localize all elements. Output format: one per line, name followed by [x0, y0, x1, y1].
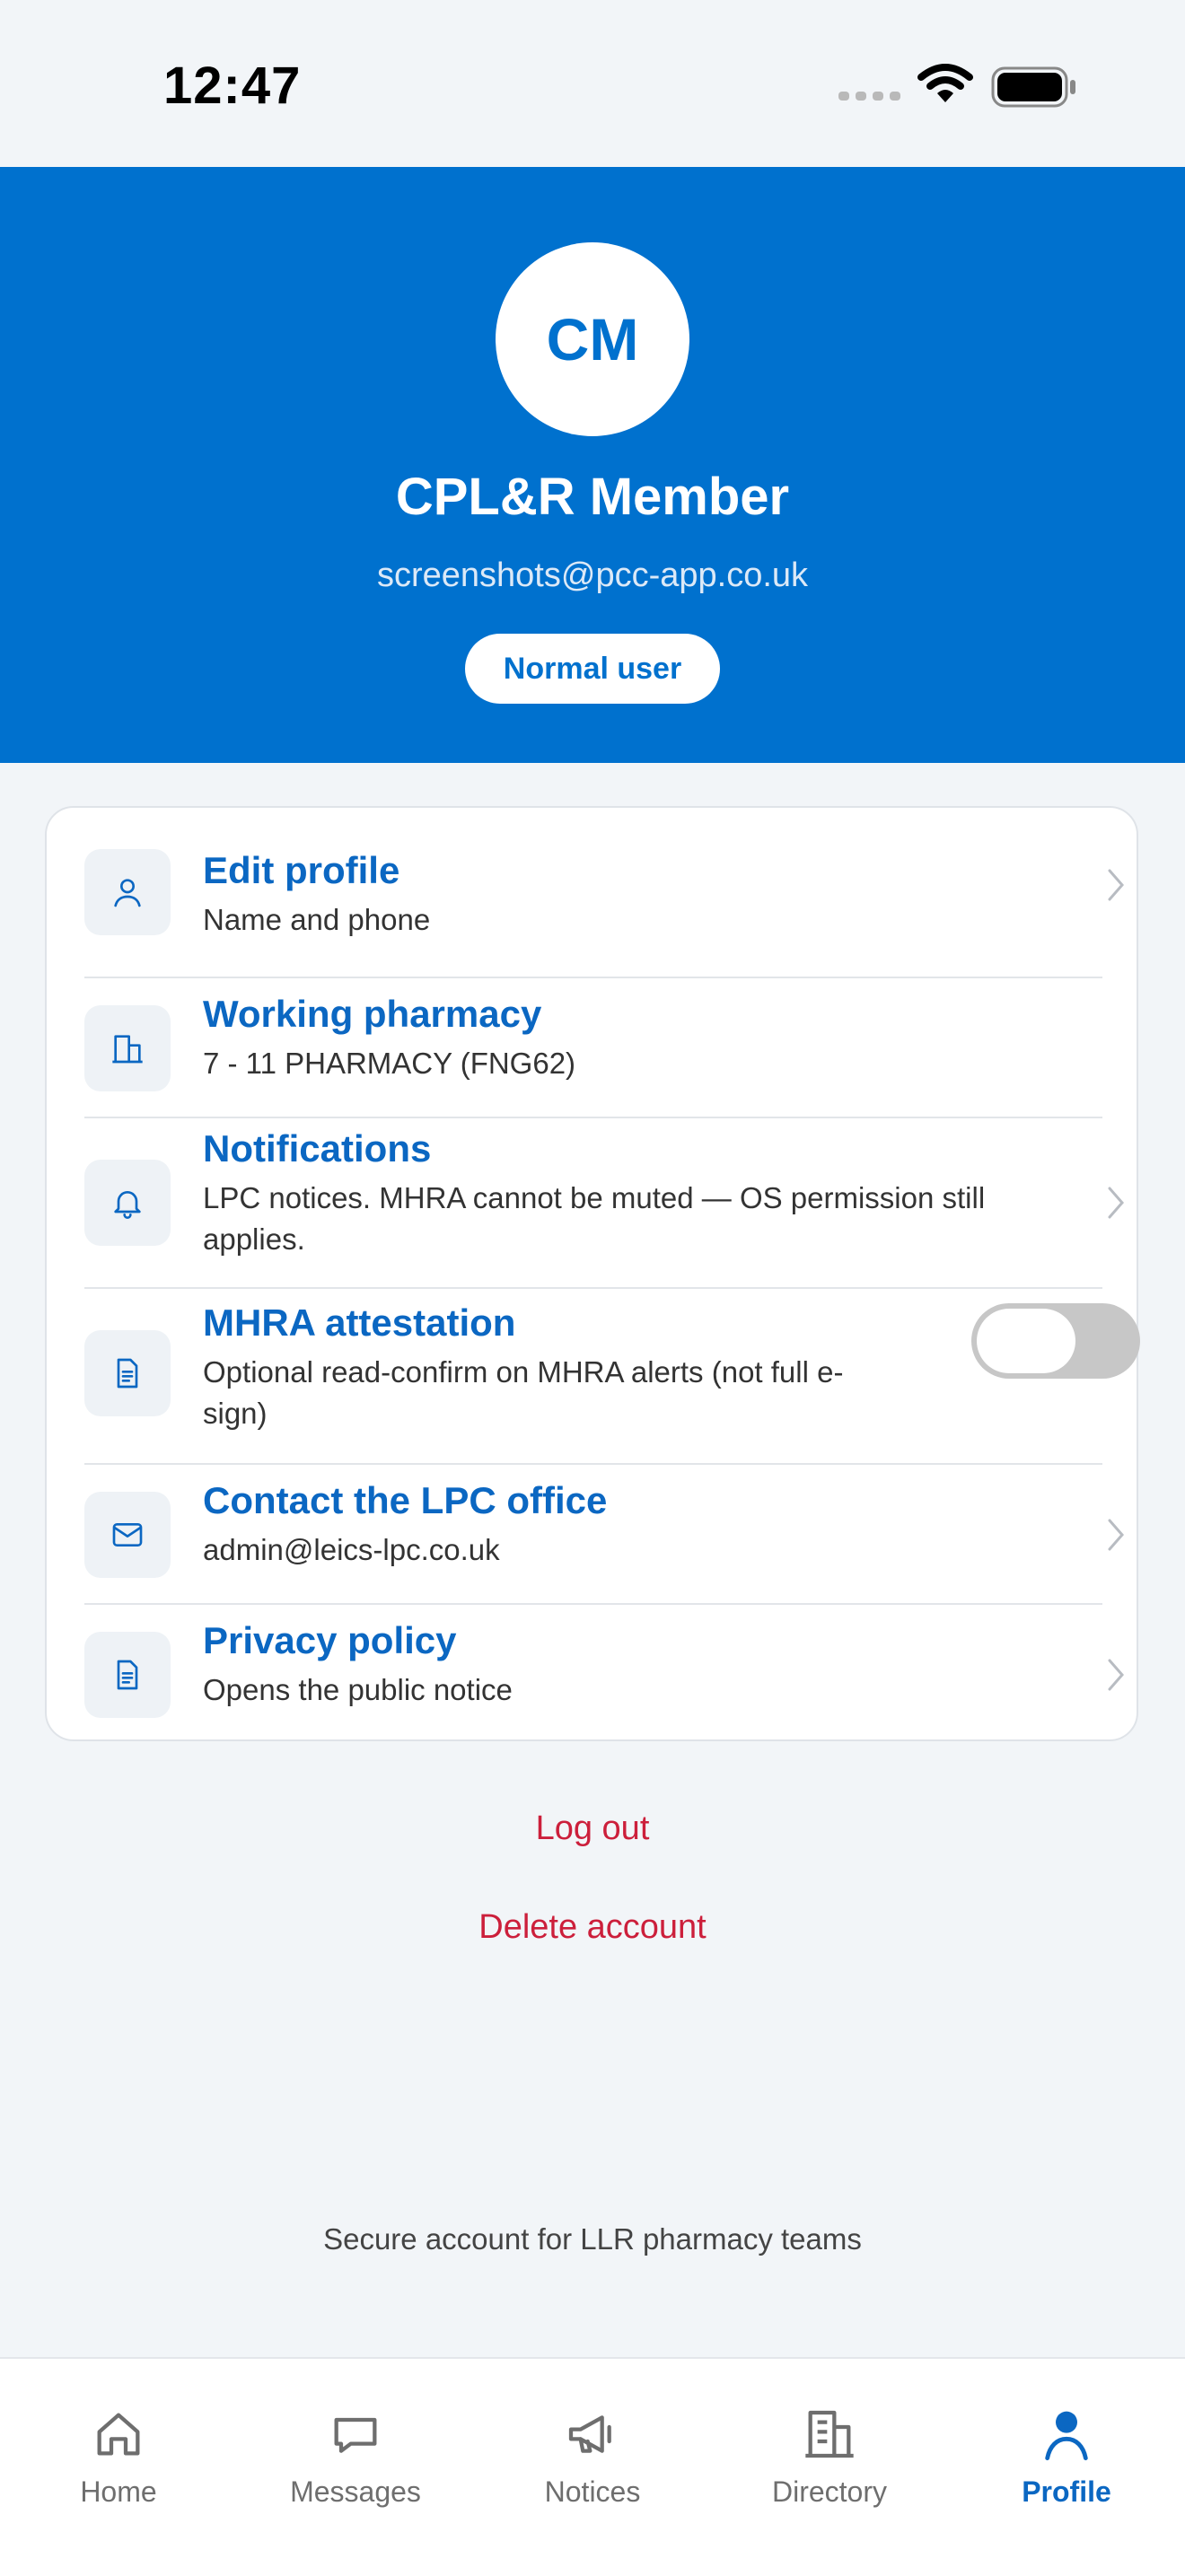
tab-messages[interactable]: Messages — [237, 2405, 474, 2509]
battery-icon — [991, 66, 1075, 108]
edit-profile-row[interactable]: Edit profile Name and phone — [84, 840, 1124, 978]
tab-profile[interactable]: Profile — [948, 2405, 1185, 2509]
row-title: Working pharmacy — [203, 993, 542, 1035]
home-icon — [97, 2413, 140, 2456]
document-icon — [84, 1330, 171, 1416]
user-email: screenshots@pcc-app.co.uk — [376, 556, 809, 594]
status-bar: 12:47 — [0, 0, 1185, 167]
wifi-icon — [917, 64, 973, 102]
document-icon — [84, 1632, 171, 1718]
row-subtitle: admin@leics-lpc.co.uk — [203, 1533, 500, 1566]
tab-home[interactable]: Home — [0, 2405, 237, 2509]
tab-label: Notices — [544, 2475, 641, 2508]
notifications-row[interactable]: Notifications LPC notices. MHRA cannot b… — [84, 1118, 1124, 1289]
delete-account-button[interactable]: Delete account — [0, 1908, 1185, 1947]
row-subtitle: Opens the public notice — [203, 1673, 513, 1706]
mhra-attestation-toggle[interactable] — [971, 1303, 1140, 1379]
megaphone-icon — [568, 2415, 611, 2453]
working-pharmacy-row[interactable]: Working pharmacy 7 - 11 PHARMACY (FNG62) — [84, 978, 1102, 1118]
building-icon — [805, 2410, 854, 2458]
tab-label: Messages — [290, 2475, 421, 2508]
chevron-right-icon — [1108, 869, 1124, 901]
tab-label: Profile — [1022, 2475, 1111, 2508]
chevron-right-icon — [1108, 1519, 1124, 1551]
row-subtitle: Optional read-confirm on MHRA alerts (no… — [203, 1355, 844, 1430]
row-subtitle: Name and phone — [203, 903, 431, 936]
bell-icon — [84, 1160, 171, 1246]
row-title: Privacy policy — [203, 1619, 457, 1661]
settings-card: Edit profile Name and phone Working phar… — [45, 806, 1140, 1743]
row-title: Notifications — [203, 1127, 432, 1170]
toggle-knob — [977, 1309, 1075, 1373]
user-name: CPL&R Member — [395, 468, 790, 526]
profile-header: CM CPL&R Member screenshots@pcc-app.co.u… — [0, 167, 1185, 763]
contact-lpc-row[interactable]: Contact the LPC office admin@leics-lpc.c… — [84, 1465, 1124, 1605]
mhra-attestation-row: MHRA attestation Optional read-confirm o… — [84, 1289, 1140, 1465]
row-title: MHRA attestation — [203, 1301, 516, 1344]
tab-bar: Home Messages Notices Directory Profile — [0, 2357, 1185, 2576]
person-icon — [84, 849, 171, 935]
status-time: 12:47 — [163, 57, 302, 115]
footer-note: Secure account for LLR pharmacy teams — [323, 2222, 862, 2256]
tab-directory[interactable]: Directory — [711, 2405, 948, 2509]
row-subtitle: LPC notices. MHRA cannot be muted — OS p… — [203, 1181, 986, 1256]
chevron-right-icon — [1108, 1187, 1124, 1219]
chevron-right-icon — [1108, 1659, 1124, 1691]
row-title: Edit profile — [203, 849, 400, 891]
row-subtitle: 7 - 11 PHARMACY (FNG62) — [203, 1047, 576, 1080]
tab-label: Directory — [771, 2475, 887, 2508]
cellular-signal-icon — [838, 92, 900, 101]
row-title: Contact the LPC office — [203, 1479, 608, 1521]
building-icon — [84, 1005, 171, 1091]
logout-button[interactable]: Log out — [0, 1809, 1185, 1848]
avatar: CM — [496, 242, 689, 436]
tab-label: Home — [80, 2475, 157, 2508]
chat-icon — [334, 2417, 377, 2453]
mail-icon — [84, 1492, 171, 1578]
tab-notices[interactable]: Notices — [474, 2405, 711, 2509]
role-badge: Normal user — [465, 634, 720, 704]
person-icon — [1045, 2411, 1088, 2461]
privacy-policy-row[interactable]: Privacy policy Opens the public notice — [84, 1605, 1124, 1743]
